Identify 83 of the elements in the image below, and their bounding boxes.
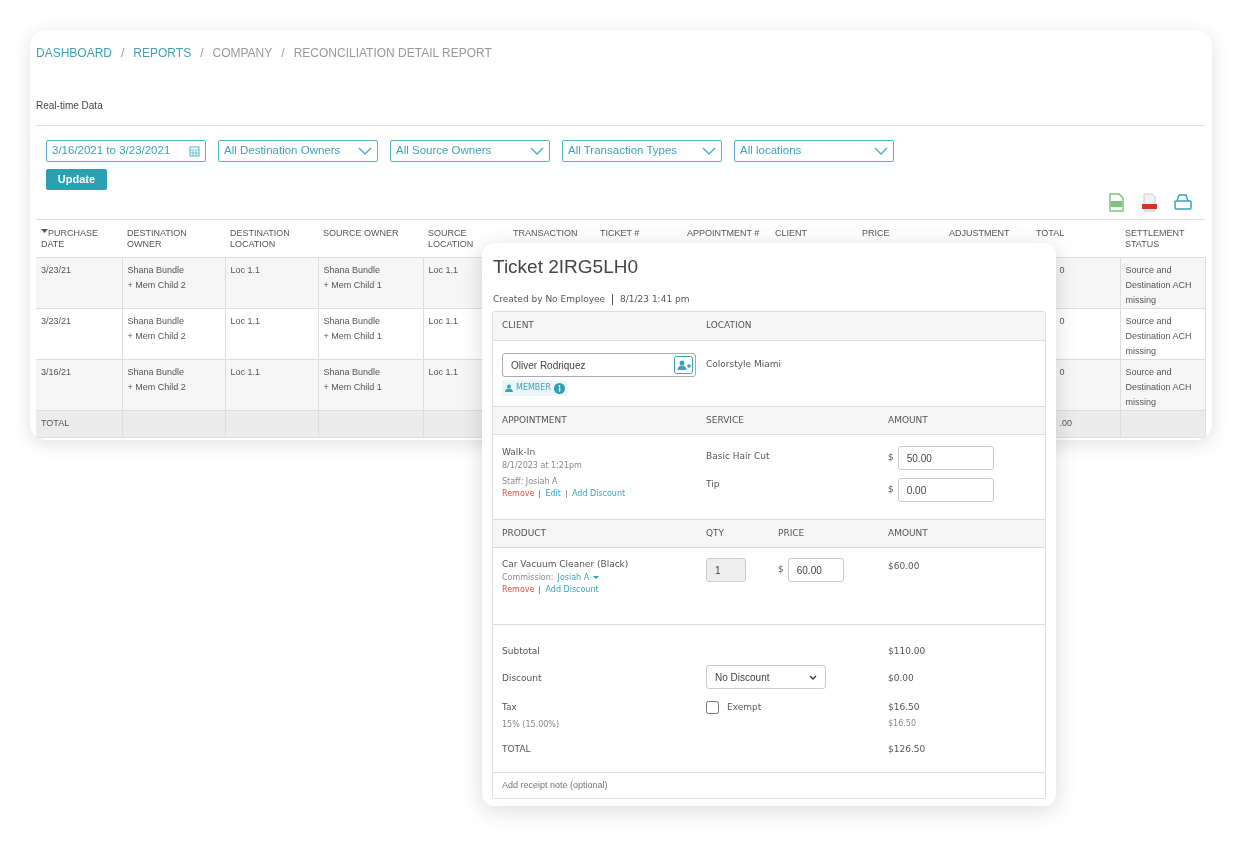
member-badge: MEMBER: [502, 380, 568, 396]
price-field[interactable]: 60.00: [787, 558, 844, 582]
amount-text: $0.00: [888, 672, 914, 685]
column-header: AMOUNT: [888, 413, 928, 427]
currency-sign: $: [778, 563, 784, 576]
service-name: Tip: [706, 478, 721, 491]
breadcrumb-separator: /: [121, 45, 125, 62]
summary-label: Discount: [502, 672, 543, 685]
appointment-name: Walk-In: [502, 446, 537, 459]
section-label: Real-time Data: [36, 99, 104, 113]
table-cell: Shana Bundle + Mem Child 2: [122, 308, 225, 360]
service-name: Basic Hair Cut: [706, 450, 771, 463]
remove-link[interactable]: Remove: [502, 583, 535, 596]
csv-file-icon[interactable]: [1108, 193, 1125, 213]
amount-text: $126.50: [888, 743, 926, 756]
column-header: QTY: [706, 526, 726, 540]
table-cell: 3/23/21: [36, 257, 122, 309]
column-header[interactable]: DESTINATION OWNER: [122, 219, 225, 258]
table-cell: Loc 1.1: [225, 308, 318, 360]
table-cell: Loc 1.1: [225, 359, 318, 411]
amount-text: $60.00: [888, 560, 920, 573]
remove-link[interactable]: Remove: [502, 487, 535, 500]
column-header: LOCATION: [706, 319, 752, 333]
column-header[interactable]: SOURCE OWNER: [318, 219, 423, 258]
amount-text: $16.50: [888, 701, 920, 714]
add-person-icon[interactable]: [674, 356, 693, 374]
column-header: PRICE: [778, 526, 806, 540]
location-text: Colorstyle Miami: [706, 358, 782, 371]
chevron-down-icon: [809, 674, 817, 680]
currency-sign: $: [888, 483, 894, 497]
print-icon[interactable]: [1174, 193, 1192, 212]
client-field[interactable]: Oliver Rodriquez: [502, 353, 696, 377]
chevron-down-icon: [702, 147, 716, 155]
breadcrumb-separator: /: [200, 45, 204, 62]
summary-label: Subtotal: [502, 645, 541, 658]
calendar-icon: [189, 145, 200, 157]
created-at-text: 8/1/23 1:41 pm: [620, 292, 690, 306]
commission-label: Commission:: [502, 571, 554, 584]
receipt-note-field[interactable]: Add receipt note (optional): [493, 771, 1045, 798]
caret-icon: [593, 576, 600, 579]
table-cell: Source and Destination ACH missing: [1120, 359, 1205, 411]
person-icon: [505, 384, 513, 392]
sort-caret-icon: [41, 228, 48, 233]
amount-text: $110.00: [888, 645, 926, 658]
amount-text: $16.50: [888, 718, 916, 730]
product-name: Car Vacuum Cleaner (Black): [502, 558, 630, 571]
info-icon: [553, 382, 565, 394]
exempt-checkbox[interactable]: [706, 701, 719, 715]
amount-field[interactable]: 50.00: [897, 446, 994, 470]
breadcrumb-item: COMPANY: [212, 45, 273, 62]
checkbox-label: Exempt: [727, 701, 762, 714]
table-cell: Source and Destination ACH missing: [1120, 257, 1205, 309]
staff-text: Staff: Josiah A: [502, 475, 559, 488]
currency-sign: $: [888, 451, 894, 465]
table-cell: 3/16/21: [36, 359, 122, 411]
discount-select[interactable]: No Discount: [706, 665, 826, 689]
table-cell: Source and Destination ACH missing: [1120, 308, 1205, 360]
breadcrumb-separator: /: [281, 45, 285, 62]
column-header: PRODUCT: [502, 526, 548, 540]
table-cell: Shana Bundle + Mem Child 2: [122, 359, 225, 411]
table-cell: Loc 1.1: [225, 257, 318, 309]
table-cell: Shana Bundle + Mem Child 1: [318, 308, 423, 360]
chevron-down-icon: [874, 147, 888, 155]
table-cell: TOTAL: [36, 410, 122, 438]
column-header: AMOUNT: [888, 526, 928, 540]
amount-field[interactable]: 0.00: [897, 478, 994, 502]
appointment-time: 8/1/2023 at 1:21pm: [502, 459, 583, 472]
column-header: APPOINTMENT: [502, 413, 568, 427]
table-cell: Shana Bundle + Mem Child 2: [122, 257, 225, 309]
column-header[interactable]: SETTLEMENT STATUS: [1120, 219, 1205, 258]
table-cell: Shana Bundle + Mem Child 1: [318, 257, 423, 309]
chevron-down-icon: [530, 147, 544, 155]
chevron-down-icon: [358, 147, 372, 155]
breadcrumb-item: RECONCILIATION DETAIL REPORT: [293, 45, 492, 62]
table-cell: Shana Bundle + Mem Child 1: [318, 359, 423, 411]
summary-label: Tax: [502, 701, 518, 714]
pdf-file-icon[interactable]: [1141, 193, 1158, 213]
column-header[interactable]: DESTINATION LOCATION: [225, 219, 318, 258]
tax-rate-text: 15% (15.00%): [502, 720, 560, 729]
total-label: TOTAL: [502, 743, 532, 756]
column-header: SERVICE: [706, 413, 745, 427]
column-header[interactable]: PURCHASE DATE: [36, 219, 122, 258]
table-cell: 3/23/21: [36, 308, 122, 360]
